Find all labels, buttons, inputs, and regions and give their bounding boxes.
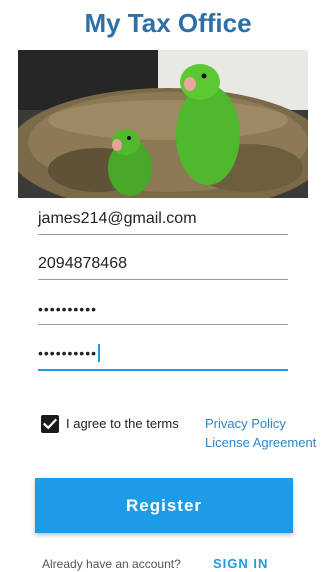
app-title: My Tax Office (84, 8, 252, 38)
hero-image (18, 50, 308, 198)
account-question: Already have an account? (42, 557, 181, 571)
password-value: •••••••••• (38, 301, 98, 317)
sign-in-link[interactable]: SIGN IN (213, 556, 268, 571)
confirm-password-value: •••••••••• (38, 344, 100, 362)
phone-value: 2094878468 (38, 255, 127, 272)
terms-label: I agree to the terms (66, 416, 179, 431)
terms-checkbox[interactable] (41, 415, 59, 433)
phone-field[interactable]: 2094878468 (38, 251, 288, 280)
checkmark-icon (42, 418, 58, 430)
text-cursor (98, 344, 100, 362)
confirm-password-field[interactable]: •••••••••• (38, 341, 288, 371)
email-field[interactable]: james214@gmail.com (38, 206, 288, 235)
password-field[interactable]: •••••••••• (38, 296, 288, 325)
email-value: james214@gmail.com (38, 210, 197, 227)
privacy-policy-link[interactable]: Privacy Policy (205, 416, 286, 431)
license-agreement-link[interactable]: License Agreement (205, 435, 316, 450)
register-button[interactable]: Register (35, 478, 293, 533)
confirm-password-dots: •••••••••• (38, 345, 98, 361)
